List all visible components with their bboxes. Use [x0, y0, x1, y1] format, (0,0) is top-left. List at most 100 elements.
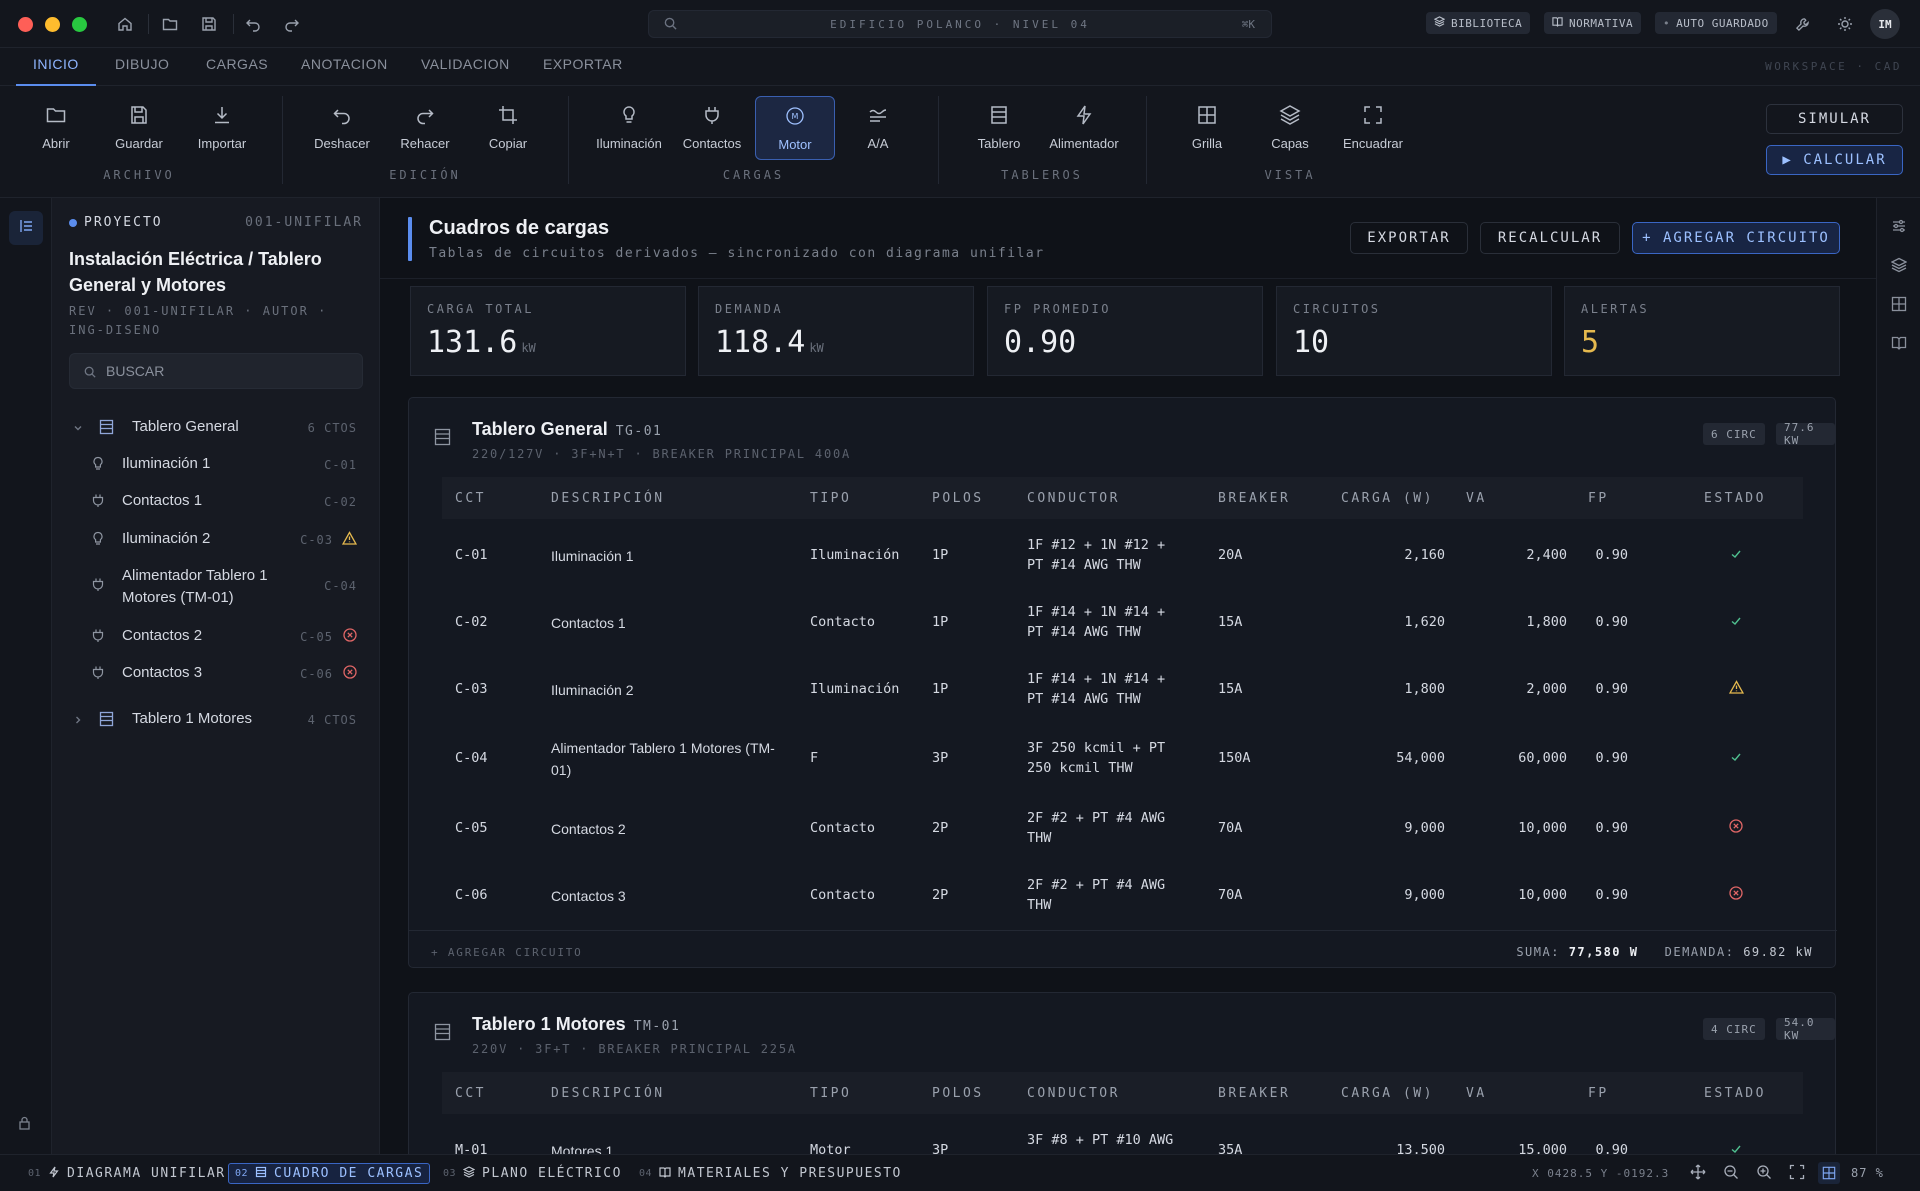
zoom-level[interactable]: 87 % — [1851, 1166, 1884, 1180]
capas-button[interactable]: Capas — [1250, 96, 1330, 160]
sliders-icon[interactable] — [1891, 218, 1907, 239]
zoom-in-icon[interactable] — [1756, 1164, 1772, 1185]
tab-anotacion[interactable]: ANOTACION — [301, 48, 388, 86]
redo-icon[interactable] — [280, 12, 304, 36]
close-window-button[interactable] — [18, 17, 33, 32]
simular-button[interactable]: SIMULAR — [1766, 104, 1903, 134]
abrir-button[interactable]: Abrir — [16, 96, 96, 160]
auto-save-status: • AUTO GUARDADO — [1655, 12, 1777, 34]
outline-panel-button[interactable] — [9, 211, 43, 245]
table-row[interactable]: C-04 Alimentador Tablero 1 Motores (TM-0… — [442, 724, 1803, 796]
alimentador-label: Alimentador — [1049, 136, 1119, 151]
tree-node-c05[interactable]: Contactos 2 C-05 — [69, 620, 363, 652]
book-icon — [659, 1166, 671, 1182]
cell-tipo: Contacto — [810, 820, 876, 836]
group-archivo-label: ARCHIVO — [103, 168, 175, 182]
col-conductor: CONDUCTOR — [1027, 1086, 1120, 1101]
tree-node-c03[interactable]: Iluminación 2 C-03 — [69, 523, 363, 555]
grilla-button[interactable]: Grilla — [1167, 96, 1247, 160]
table-row[interactable]: M-01 Motores 1 Motor 3P 3F #8 + PT #10 A… — [442, 1118, 1803, 1154]
status-error-icon — [1729, 819, 1743, 838]
cell-tipo: Iluminación — [810, 547, 900, 563]
chevron-down-icon[interactable] — [73, 420, 83, 438]
wrench-icon[interactable] — [1790, 12, 1814, 36]
tree-node-c06[interactable]: Contactos 3 C-06 — [69, 657, 363, 689]
tab-dibujo[interactable]: DIBUJO — [115, 48, 169, 86]
minimize-window-button[interactable] — [45, 17, 60, 32]
tree-node-c02[interactable]: Contactos 1 C-02 — [69, 485, 363, 517]
iluminacion-button[interactable]: Iluminación — [589, 96, 669, 160]
col-polos: POLOS — [932, 1086, 984, 1101]
pan-icon[interactable] — [1690, 1164, 1706, 1185]
normativa-button[interactable]: NORMATIVA — [1544, 12, 1642, 34]
table-row[interactable]: C-06 Contactos 3 Contacto 2P 2F #2 + PT … — [442, 863, 1803, 930]
copiar-button[interactable]: Copiar — [468, 96, 548, 160]
table-row[interactable]: C-01 Iluminación 1 Iluminación 1P 1F #12… — [442, 523, 1803, 590]
importar-button[interactable]: Importar — [182, 96, 262, 160]
book-icon[interactable] — [1891, 335, 1907, 356]
lock-icon[interactable] — [18, 1116, 31, 1135]
sheet-tab-materiales[interactable]: 04 MATERIALES Y PRESUPUESTO — [633, 1163, 908, 1184]
kpi-value-row: 131.6 kW — [427, 325, 536, 360]
sheet-tab-diagrama-unifilar[interactable]: 01 DIAGRAMA UNIFILAR — [22, 1163, 232, 1184]
main-content: Cuadros de cargas Tablas de circuitos de… — [380, 198, 1876, 1154]
lightbulb-icon — [91, 456, 105, 476]
sidebar-search — [69, 353, 363, 389]
folder-icon[interactable] — [158, 12, 182, 36]
tree-node-c04[interactable]: Alimentador Tablero 1 Motores (TM-01) C-… — [69, 561, 363, 609]
tablero-button[interactable]: Tablero — [959, 96, 1039, 160]
sheet-tab-cuadro-de-cargas[interactable]: 02 CUADRO DE CARGAS — [228, 1163, 431, 1184]
cell-desc: Alimentador Tablero 1 Motores (TM-01) — [551, 740, 775, 778]
tab-inicio[interactable]: INICIO — [16, 48, 96, 86]
col-tipo: TIPO — [810, 491, 852, 506]
fit-frame-icon[interactable] — [1789, 1164, 1805, 1185]
calcular-button[interactable]: ▶ CALCULAR — [1766, 145, 1903, 175]
tree-node-c01[interactable]: Iluminación 1 C-01 — [69, 448, 363, 480]
tab-validacion[interactable]: VALIDACION — [421, 48, 510, 86]
save-icon[interactable] — [197, 12, 221, 36]
tree-node-tablero-general[interactable]: Tablero General 6 CTOS — [69, 411, 363, 443]
home-icon[interactable] — [113, 12, 137, 36]
search-input[interactable] — [106, 354, 356, 388]
biblioteca-button[interactable]: BIBLIOTECA — [1426, 12, 1531, 34]
recalcular-button[interactable]: RECALCULAR — [1480, 222, 1620, 254]
tab-cargas[interactable]: CARGAS — [206, 48, 268, 86]
chevron-right-icon[interactable] — [73, 712, 83, 730]
zoom-out-icon[interactable] — [1723, 1164, 1739, 1185]
contactos-label: Contactos — [682, 136, 742, 151]
deshacer-button[interactable]: Deshacer — [302, 96, 382, 160]
contactos-button[interactable]: Contactos — [672, 96, 752, 160]
exportar-button[interactable]: EXPORTAR — [1350, 222, 1468, 254]
guardar-button[interactable]: Guardar — [99, 96, 179, 160]
add-circuit-link[interactable]: + AGREGAR CIRCUITO — [431, 946, 583, 959]
tree-node-tablero-motores[interactable]: Tablero 1 Motores 4 CTOS — [69, 703, 363, 735]
theme-sun-icon[interactable] — [1833, 12, 1857, 36]
col-fp: FP — [1588, 491, 1609, 506]
alimentador-button[interactable]: Alimentador — [1043, 96, 1125, 160]
command-search[interactable]: EDIFICIO POLANCO · NIVEL 04 ⌘K — [648, 10, 1272, 38]
grid-icon[interactable] — [1818, 1162, 1840, 1184]
rehacer-button[interactable]: Rehacer — [385, 96, 465, 160]
importar-label: Importar — [197, 136, 247, 151]
encuadrar-button[interactable]: Encuadrar — [1333, 96, 1413, 160]
table-row[interactable]: C-03 Iluminación 2 Iluminación 1P 1F #14… — [442, 657, 1803, 724]
table-row[interactable]: C-02 Contactos 1 Contacto 1P 1F #14 + 1N… — [442, 590, 1803, 657]
avatar[interactable]: IM — [1870, 9, 1900, 39]
capas-label: Capas — [1271, 136, 1309, 151]
undo-icon[interactable] — [241, 12, 265, 36]
cell-polos: 1P — [932, 547, 949, 563]
project-sidebar: PROYECTO 001-UNIFILAR Instalación Eléctr… — [52, 198, 380, 1154]
menu-tabs: INICIO DIBUJO CARGAS ANOTACION VALIDACIO… — [0, 48, 1920, 86]
layers-icon[interactable] — [1890, 257, 1908, 278]
add-circuit-button[interactable]: + AGREGAR CIRCUITO — [1632, 222, 1840, 254]
maximize-window-button[interactable] — [72, 17, 87, 32]
table-row[interactable]: C-05 Contactos 2 Contacto 2P 2F #2 + PT … — [442, 796, 1803, 863]
aa-button[interactable]: A/A — [838, 96, 918, 160]
sheet-tab-plano-electrico[interactable]: 03 PLANO ELÉCTRICO — [437, 1163, 628, 1184]
kpi-value: 118.4 — [715, 325, 806, 360]
tab-exportar[interactable]: EXPORTAR — [543, 48, 623, 86]
grid-icon[interactable] — [1891, 296, 1907, 317]
cell-carga: 54,000 — [1396, 750, 1445, 766]
error-icon — [343, 628, 357, 647]
motor-button[interactable]: M Motor — [755, 96, 835, 160]
